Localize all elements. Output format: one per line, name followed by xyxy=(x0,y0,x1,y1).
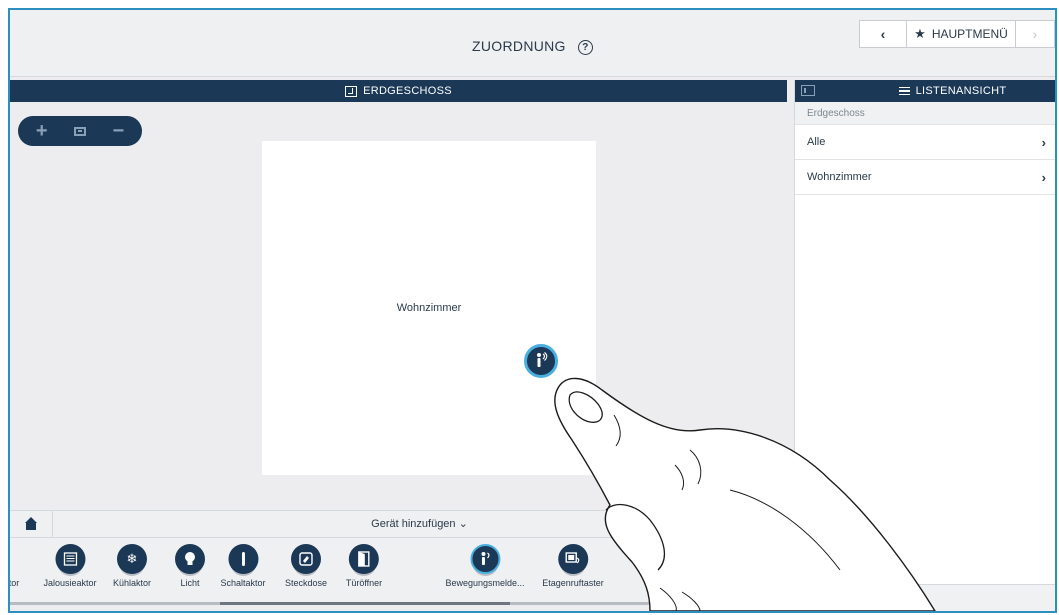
floor-call-icon xyxy=(557,544,588,574)
device-item-jalousieaktor[interactable]: Jalousieaktor xyxy=(43,544,97,588)
device-item[interactable]: tor xyxy=(8,544,29,588)
fit-to-screen-icon[interactable] xyxy=(73,126,86,136)
room-wohnzimmer[interactable]: Wohnzimmer xyxy=(262,141,596,475)
zoom-controls: + − xyxy=(18,116,142,146)
page-title-text: ZUORDNUNG xyxy=(472,38,566,54)
list-panel-footer: ➦ xyxy=(795,584,1055,611)
chevron-right-icon: › xyxy=(1041,169,1046,185)
chevron-left-icon: ‹ xyxy=(880,26,886,42)
motion-sensor-icon xyxy=(470,544,500,574)
list-item-alle[interactable]: Alle › xyxy=(795,125,1055,160)
help-icon[interactable]: ? xyxy=(577,40,593,55)
floor-title-bar: ERDGESCHOSS xyxy=(10,80,787,102)
list-item-label: Wohnzimmer xyxy=(807,171,872,183)
blind-icon xyxy=(55,544,85,574)
floor-title: ERDGESCHOSS xyxy=(363,85,452,97)
nav-buttons: ‹ ★ HAUPTMENÜ › xyxy=(859,20,1055,48)
device-item-etagenruftaster[interactable]: Etagenruftaster xyxy=(542,544,604,588)
device-label: Kühlaktor xyxy=(112,578,152,588)
device-label: Steckdose xyxy=(284,578,328,588)
device-scrollbar-thumb[interactable] xyxy=(220,602,510,605)
home-button[interactable] xyxy=(10,511,53,537)
device-item-tueroeffner[interactable]: Türöffner xyxy=(346,544,382,588)
main-menu-button[interactable]: ★ HAUPTMENÜ xyxy=(906,20,1016,48)
undo-icon[interactable]: ➦ xyxy=(915,590,928,610)
forward-button[interactable]: › xyxy=(1015,20,1055,48)
device-item-kuehlaktor[interactable]: ❄ Kühlaktor xyxy=(113,544,151,588)
switch-icon xyxy=(228,544,258,574)
device-label: Bewegungsmelde... xyxy=(445,578,525,588)
device-item-licht[interactable]: Licht xyxy=(175,544,205,588)
list-view-title: LISTENANSICHT xyxy=(845,85,1007,97)
socket-icon xyxy=(291,544,321,574)
device-item-schaltaktor[interactable]: Schaltaktor xyxy=(220,544,266,588)
house-icon xyxy=(25,517,37,530)
device-label: Etagenruftaster xyxy=(542,578,604,588)
chevron-right-icon: › xyxy=(1041,134,1046,150)
door-icon xyxy=(348,544,379,574)
list-panel: LISTENANSICHT Erdgeschoss Alle › Wohnzim… xyxy=(794,80,1055,611)
main-menu-label: HAUPTMENÜ xyxy=(931,27,1008,41)
list-item-wohnzimmer[interactable]: Wohnzimmer › xyxy=(795,160,1055,195)
device-palette: tor Jalousieaktor ❄ Kühlaktor Licht Scha… xyxy=(10,538,787,604)
motion-sensor-icon xyxy=(537,352,548,367)
back-button[interactable]: ‹ xyxy=(859,20,907,48)
device-label: Schaltaktor xyxy=(220,578,266,588)
collapse-panel-icon[interactable] xyxy=(801,85,815,96)
device-scrollbar[interactable] xyxy=(10,602,787,605)
device-item-bewegungsmelder[interactable]: Bewegungsmelde... xyxy=(445,544,525,588)
device-label: tor xyxy=(8,578,20,588)
device-label: Licht xyxy=(180,578,200,588)
bulb-icon xyxy=(175,544,205,574)
add-device-label: Gerät hinzufügen xyxy=(371,518,456,530)
add-device-bar: Gerät hinzufügen ⌄ xyxy=(10,510,787,538)
device-item-steckdose[interactable]: Steckdose xyxy=(285,544,327,588)
snowflake-icon: ❄ xyxy=(117,544,147,574)
chevron-right-icon: › xyxy=(1032,26,1038,42)
device-label: Jalousieaktor xyxy=(43,578,97,588)
header-bar: ZUORDNUNG ? ‹ ★ HAUPTMENÜ › xyxy=(10,10,1055,77)
device-label: Türöffner xyxy=(345,578,383,588)
add-device-toggle[interactable]: Gerät hinzufügen ⌄ xyxy=(52,517,787,530)
placed-motion-sensor[interactable] xyxy=(524,344,558,378)
floorplan-icon xyxy=(345,85,358,97)
list-item-label: Alle xyxy=(807,136,826,148)
star-icon: ★ xyxy=(914,26,926,41)
chevron-down-icon: ⌄ xyxy=(458,518,468,530)
app-frame: ZUORDNUNG ? ‹ ★ HAUPTMENÜ › ERDGESCHOSS … xyxy=(8,8,1057,613)
zoom-out-button[interactable]: − xyxy=(103,116,133,146)
list-icon xyxy=(898,86,910,96)
room-label: Wohnzimmer xyxy=(396,302,462,314)
zoom-in-button[interactable]: + xyxy=(27,116,57,146)
list-view-title-text: LISTENANSICHT xyxy=(915,85,1007,97)
list-section-header: Erdgeschoss xyxy=(795,102,1055,125)
list-panel-header: LISTENANSICHT xyxy=(795,80,1055,102)
